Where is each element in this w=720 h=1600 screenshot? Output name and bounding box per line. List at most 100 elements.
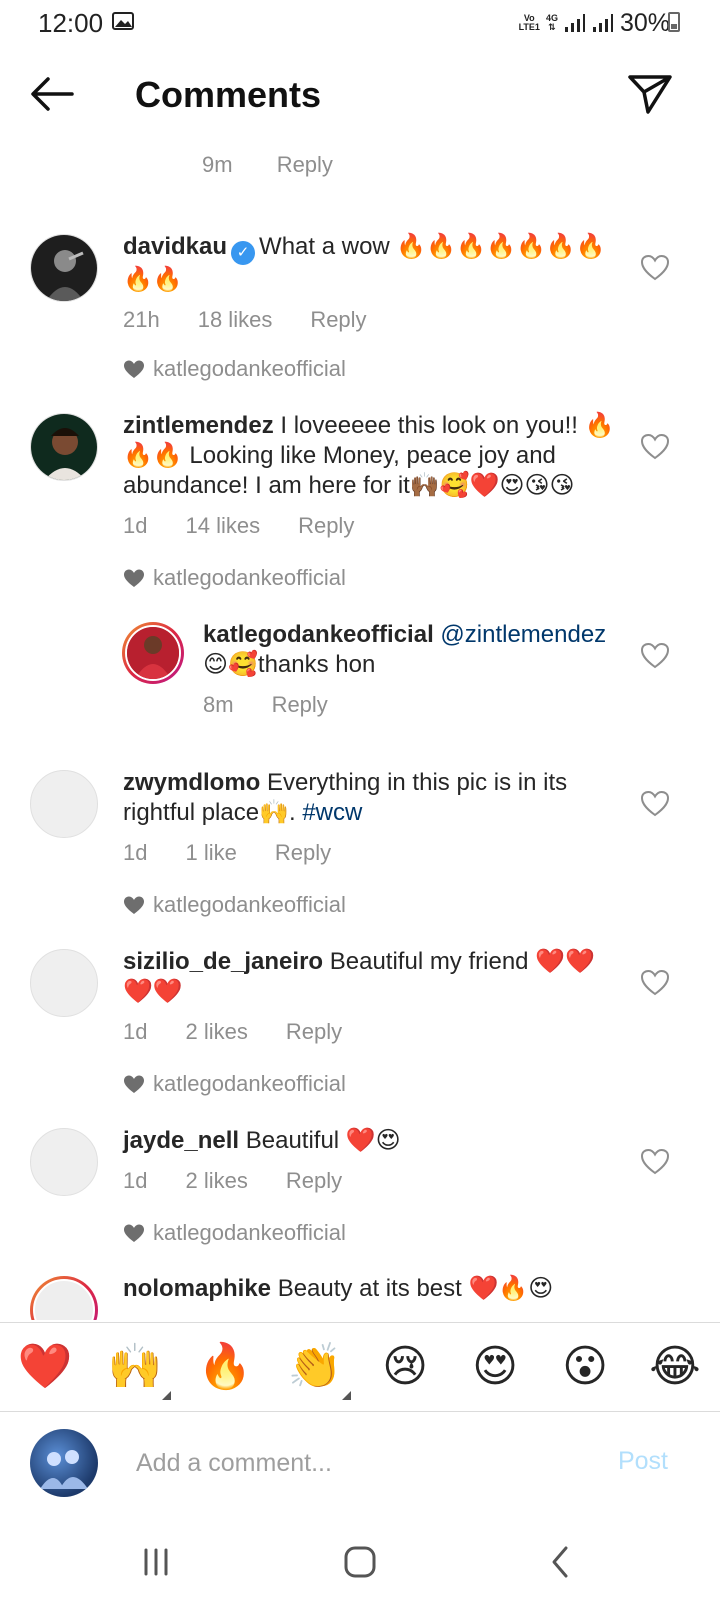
heart-filled-icon bbox=[124, 569, 144, 587]
likes-count[interactable]: 2 likes bbox=[185, 1166, 247, 1196]
heart-filled-icon bbox=[124, 1224, 144, 1242]
reply-button[interactable]: Reply bbox=[272, 690, 328, 720]
avatar[interactable] bbox=[30, 1128, 98, 1196]
liked-by-name: katlegodankeofficial bbox=[153, 1071, 346, 1096]
liked-by-name: katlegodankeofficial bbox=[153, 356, 346, 381]
comment-meta: 1d 2 likes Reply bbox=[123, 1166, 620, 1196]
comment-username[interactable]: davidkau bbox=[123, 233, 227, 260]
comments-header: Comments bbox=[0, 60, 720, 130]
emoji-heart-button[interactable]: ❤️ bbox=[15, 1342, 75, 1392]
emoji-laughing-button[interactable]: 😂 bbox=[645, 1342, 705, 1392]
heart-outline-icon[interactable] bbox=[640, 433, 670, 461]
creator-liked: katlegodankeofficial bbox=[123, 356, 346, 382]
emoji-fire-button[interactable]: 🔥 bbox=[195, 1342, 255, 1392]
heart-outline-icon[interactable] bbox=[640, 254, 670, 282]
skin-tone-indicator-icon bbox=[342, 1391, 351, 1400]
comment-username[interactable]: katlegodankeofficial bbox=[203, 621, 434, 648]
heart-outline-icon[interactable] bbox=[640, 642, 670, 670]
battery-percent: 30% bbox=[619, 8, 670, 37]
reply-button[interactable]: Reply bbox=[286, 1166, 342, 1196]
reply-button[interactable]: Reply bbox=[275, 838, 331, 868]
comment-body: davidkau ✓ What a wow 🔥🔥🔥🔥🔥🔥🔥🔥🔥 21h 18 lik… bbox=[123, 232, 620, 335]
comment-input[interactable] bbox=[136, 1443, 596, 1483]
heart-filled-icon bbox=[124, 1075, 144, 1093]
liked-by-name: katlegodankeofficial bbox=[153, 1220, 346, 1245]
heart-outline-icon[interactable] bbox=[640, 790, 670, 818]
comment-meta: 8m Reply bbox=[203, 690, 620, 720]
heart-filled-icon bbox=[124, 896, 144, 914]
avatar[interactable] bbox=[30, 770, 98, 838]
partial-comment-meta: 9m Reply bbox=[202, 152, 371, 178]
avatar[interactable] bbox=[30, 949, 98, 1017]
direct-share-icon[interactable] bbox=[626, 72, 674, 116]
emoji-raised-hands-button[interactable]: 🙌 bbox=[105, 1342, 171, 1400]
emoji-surprised-button[interactable]: 😮 bbox=[555, 1342, 615, 1392]
comment-text: 😊🥰thanks hon bbox=[203, 651, 376, 678]
comment-list[interactable]: 9m Reply davidkau ✓ What a wow 🔥🔥🔥🔥🔥🔥🔥🔥🔥 2… bbox=[0, 140, 720, 1320]
post-button[interactable]: Post bbox=[618, 1447, 668, 1476]
comment-meta: 1d 2 likes Reply bbox=[123, 1017, 620, 1047]
comment-body: zwymdlomo Everything in this pic is in i… bbox=[123, 768, 620, 868]
comment-time: 1d bbox=[123, 513, 148, 538]
signal-icon-2 bbox=[592, 14, 613, 32]
comment-body: sizilio_de_janeiro Beautiful my friend ❤… bbox=[123, 947, 620, 1047]
comment-username[interactable]: jayde_nell bbox=[123, 1127, 239, 1154]
status-bar: 12:00 Vo LTE1 4G ⇅ 30% bbox=[0, 0, 720, 48]
verified-badge-icon: ✓ bbox=[231, 241, 256, 265]
comment-time: 1d bbox=[123, 1019, 148, 1044]
avatar[interactable] bbox=[122, 622, 184, 684]
avatar[interactable] bbox=[30, 1276, 98, 1320]
page-title: Comments bbox=[135, 74, 322, 115]
likes-count[interactable]: 18 likes bbox=[198, 305, 273, 335]
image-notification-icon bbox=[112, 12, 134, 30]
comment-username[interactable]: nolomaphike bbox=[123, 1275, 271, 1302]
comment-meta: 1d 14 likes Reply bbox=[123, 511, 620, 541]
emoji-quick-bar: ❤️ 🙌 🔥 👏 😢 😍 😮 😂 bbox=[0, 1322, 720, 1412]
likes-count[interactable]: 2 likes bbox=[185, 1017, 247, 1047]
comment-time: 1d bbox=[123, 840, 148, 865]
reply-button[interactable]: Reply bbox=[286, 1017, 342, 1047]
back-nav-icon[interactable] bbox=[536, 1538, 584, 1586]
avatar[interactable] bbox=[30, 413, 98, 481]
avatar[interactable] bbox=[30, 234, 98, 302]
system-nav-bar bbox=[0, 1524, 720, 1600]
comment-time: 9m bbox=[202, 152, 233, 177]
back-arrow-icon[interactable] bbox=[28, 74, 76, 114]
comment-composer: Post bbox=[0, 1413, 720, 1523]
volte-indicator: Vo LTE1 bbox=[518, 13, 540, 32]
emoji-heart-eyes-button[interactable]: 😍 bbox=[465, 1342, 525, 1392]
comment-meta: 1d 1 like Reply bbox=[123, 838, 620, 868]
comment-time: 1d bbox=[123, 1168, 148, 1193]
liked-by-name: katlegodankeofficial bbox=[153, 892, 346, 917]
likes-count[interactable]: 14 likes bbox=[185, 511, 260, 541]
creator-liked: katlegodankeofficial bbox=[123, 1220, 346, 1246]
battery-icon bbox=[668, 12, 680, 32]
comment-text: Beautiful ❤️😍 bbox=[245, 1127, 401, 1154]
comment-text: Beauty at its best ❤️🔥😍 bbox=[277, 1275, 554, 1302]
creator-liked: katlegodankeofficial bbox=[123, 565, 346, 591]
comment-time: 21h bbox=[123, 307, 160, 332]
comment-username[interactable]: zintlemendez bbox=[123, 412, 274, 439]
comment-username[interactable]: sizilio_de_janeiro bbox=[123, 948, 323, 975]
comment-body: nolomaphike Beauty at its best ❤️🔥😍 bbox=[123, 1274, 620, 1304]
heart-outline-icon[interactable] bbox=[640, 1148, 670, 1176]
reply-button[interactable]: Reply bbox=[310, 305, 366, 335]
reply-button[interactable]: Reply bbox=[298, 511, 354, 541]
home-icon[interactable] bbox=[336, 1538, 384, 1586]
emoji-crying-button[interactable]: 😢 bbox=[375, 1342, 435, 1392]
heart-outline-icon[interactable] bbox=[640, 969, 670, 997]
recent-apps-icon[interactable] bbox=[132, 1538, 180, 1586]
comment-username[interactable]: zwymdlomo bbox=[123, 769, 260, 796]
signal-icon bbox=[564, 14, 585, 32]
mention-link[interactable]: @zintlemendez bbox=[440, 621, 606, 648]
emoji-clap-button[interactable]: 👏 bbox=[285, 1342, 351, 1400]
likes-count[interactable]: 1 like bbox=[185, 838, 236, 868]
data-indicator: 4G ⇅ bbox=[545, 13, 558, 32]
reply-button[interactable]: Reply bbox=[277, 152, 333, 177]
heart-filled-icon bbox=[124, 360, 144, 378]
comment-body: katlegodankeofficial @zintlemendez 😊🥰tha… bbox=[203, 620, 620, 720]
comment-body: jayde_nell Beautiful ❤️😍 1d 2 likes Repl… bbox=[123, 1126, 620, 1196]
skin-tone-indicator-icon bbox=[162, 1391, 171, 1400]
liked-by-name: katlegodankeofficial bbox=[153, 565, 346, 590]
hashtag-link[interactable]: #wcw bbox=[302, 799, 362, 826]
